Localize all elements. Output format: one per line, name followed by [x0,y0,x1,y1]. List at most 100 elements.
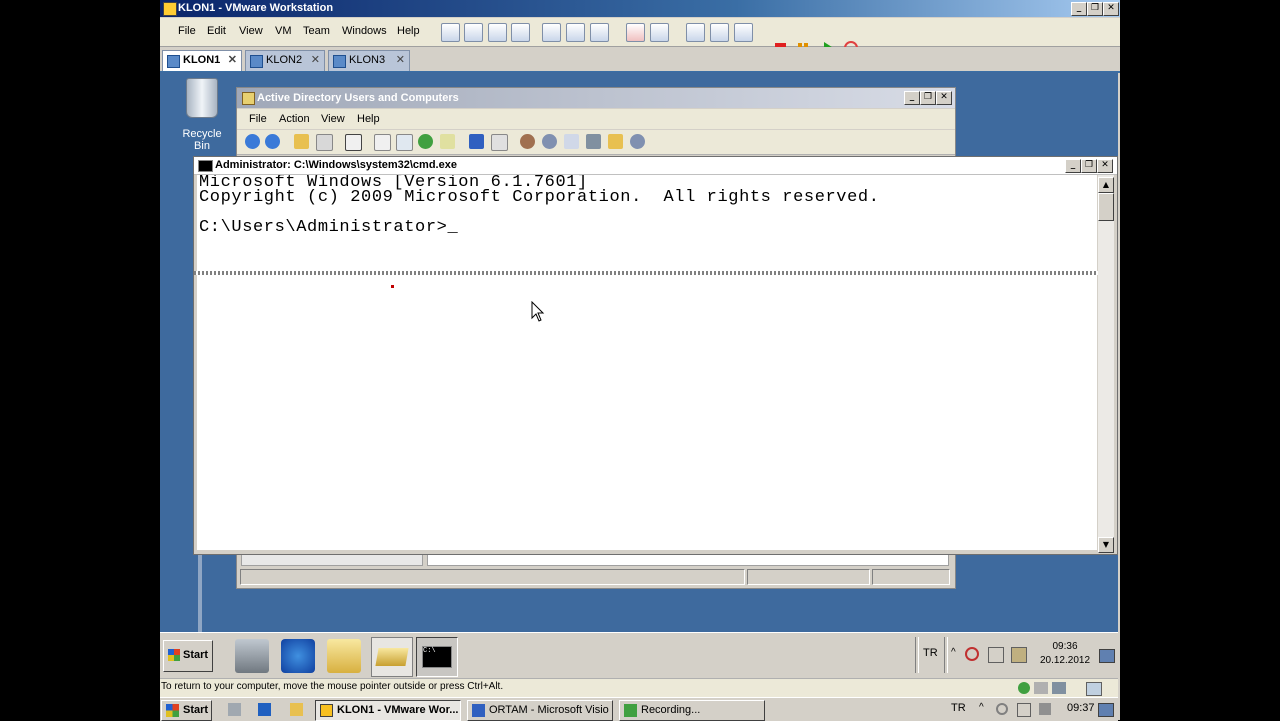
filter-icon[interactable] [586,134,601,149]
tree-scrollbar[interactable] [241,554,423,566]
find-icon[interactable] [608,134,623,149]
ad-taskbar-button[interactable] [371,637,413,677]
recycle-bin[interactable]: Recycle Bin [176,78,228,152]
host-action-center-icon[interactable] [996,703,1008,715]
new-user-icon[interactable] [520,134,535,149]
scroll-thumb[interactable] [1098,193,1114,221]
scroll-up-button[interactable]: ▲ [1098,177,1114,193]
new-group-icon[interactable] [542,134,557,149]
properties-icon[interactable] [374,134,391,151]
menu-file[interactable]: File [178,25,196,37]
host-quick-explorer-icon[interactable] [290,703,303,716]
close-tab-icon[interactable]: ✕ [311,51,320,70]
restore-button[interactable]: ❐ [1087,2,1103,16]
ad-menu-file[interactable]: File [249,113,267,125]
close-tab-icon[interactable]: ✕ [228,51,237,70]
tab-klon3[interactable]: KLON3 ✕ [328,50,410,71]
show-desktop-icon[interactable] [1099,649,1115,663]
help-icon[interactable] [469,134,484,149]
cmd-minimize-button[interactable]: _ [1065,159,1081,173]
red-dot [391,285,394,288]
show-hidden-icons-icon[interactable]: ^ [951,647,956,658]
back-icon[interactable] [245,134,260,149]
guest-start-button[interactable]: Start [163,640,213,672]
flag-icon[interactable] [988,647,1004,663]
scroll-down-button[interactable]: ▼ [1098,537,1114,553]
ad-minimize-button[interactable]: _ [904,91,920,105]
powershell-icon[interactable] [281,639,315,673]
sidebar-toggle-icon[interactable] [441,23,460,42]
language-indicator[interactable]: TR [923,647,938,659]
snapshot-manager-icon[interactable] [686,23,705,42]
host-time[interactable]: 09:37 [1067,702,1095,714]
console-view-icon[interactable] [542,23,561,42]
menu-view[interactable]: View [239,25,263,37]
menu-edit[interactable]: Edit [207,25,226,37]
snapshot-icon[interactable] [626,23,645,42]
tab-klon2[interactable]: KLON2 ✕ [245,50,325,71]
quick-switch-icon[interactable] [464,23,483,42]
server-manager-icon[interactable] [235,639,269,673]
action-center-icon[interactable] [965,647,979,661]
cmd-restore-button[interactable]: ❐ [1081,159,1097,173]
description-icon[interactable] [491,134,508,151]
add-to-group-icon[interactable] [630,134,645,149]
cmd-icon: C:\ [422,646,452,668]
minimize-button[interactable]: _ [1071,2,1087,16]
host-quick-powershell-icon[interactable] [258,703,271,716]
device-display-icon[interactable] [1052,682,1066,694]
new-ou-icon[interactable] [564,134,579,149]
host-quick-server-icon[interactable] [228,703,241,716]
ad-menu-action[interactable]: Action [279,113,310,125]
revert-snapshot-icon[interactable] [650,23,669,42]
ad-menu-help[interactable]: Help [357,113,380,125]
forward-icon[interactable] [265,134,280,149]
unity-icon[interactable] [511,23,530,42]
host-volume-icon[interactable] [1039,703,1051,715]
menu-team[interactable]: Team [303,25,330,37]
show-tree-icon[interactable] [316,134,333,151]
host-task-visio[interactable]: ORTAM - Microsoft Visio [467,700,613,721]
host-start-label: Start [183,704,209,716]
cmd-close-button[interactable]: ✕ [1097,159,1113,173]
menu-windows[interactable]: Windows [342,25,387,37]
export-list-icon[interactable] [440,134,455,149]
cmd-scrollbar[interactable]: ▲ ▼ [1098,175,1114,553]
explorer-icon[interactable] [327,639,361,673]
menu-help[interactable]: Help [397,25,420,37]
refresh-icon[interactable] [418,134,433,149]
close-button[interactable]: ✕ [1103,2,1119,16]
host-start-button[interactable]: Start [161,700,212,721]
ad-menubar: File Action View Help [237,109,955,129]
appliance-view-icon[interactable] [590,23,609,42]
clone-icon[interactable] [710,23,729,42]
start-label: Start [183,649,209,661]
host-language-indicator[interactable]: TR [951,702,966,714]
message-log-icon[interactable] [1086,682,1102,696]
fullscreen-icon[interactable] [488,23,507,42]
tab-klon1[interactable]: KLON1 ✕ [162,50,242,71]
cmd-taskbar-button[interactable]: C:\ [416,637,458,677]
host-task-recording[interactable]: Recording... [619,700,765,721]
up-folder-icon[interactable] [294,134,309,149]
menu-vm[interactable]: VM [275,25,292,37]
network-icon[interactable] [1011,647,1027,663]
export-icon[interactable] [396,134,413,151]
host-flag-icon[interactable] [1017,703,1031,717]
ad-close-button[interactable]: ✕ [936,91,952,105]
host-show-hidden-icon[interactable]: ^ [979,702,984,713]
guest-taskbar: Start C:\ TR ^ 09:36 20.12.2012 [160,632,1118,679]
host-task-vmware[interactable]: KLON1 - VMware Wor... [315,700,461,721]
device-hdd-icon[interactable] [1034,682,1048,694]
close-tab-icon[interactable]: ✕ [396,51,405,70]
clipboard-icon[interactable] [345,134,362,151]
ad-menu-view[interactable]: View [321,113,345,125]
ad-restore-button[interactable]: ❐ [920,91,936,105]
guest-clock[interactable]: 09:36 20.12.2012 [1035,641,1095,666]
host-show-desktop-icon[interactable] [1098,703,1114,717]
settings-icon[interactable] [734,23,753,42]
cmd-console[interactable]: Microsoft Windows [Version 6.1.7601] Cop… [197,175,1097,550]
list-scrollbar[interactable] [427,554,949,566]
summary-view-icon[interactable] [566,23,585,42]
device-network-icon[interactable] [1018,682,1030,694]
